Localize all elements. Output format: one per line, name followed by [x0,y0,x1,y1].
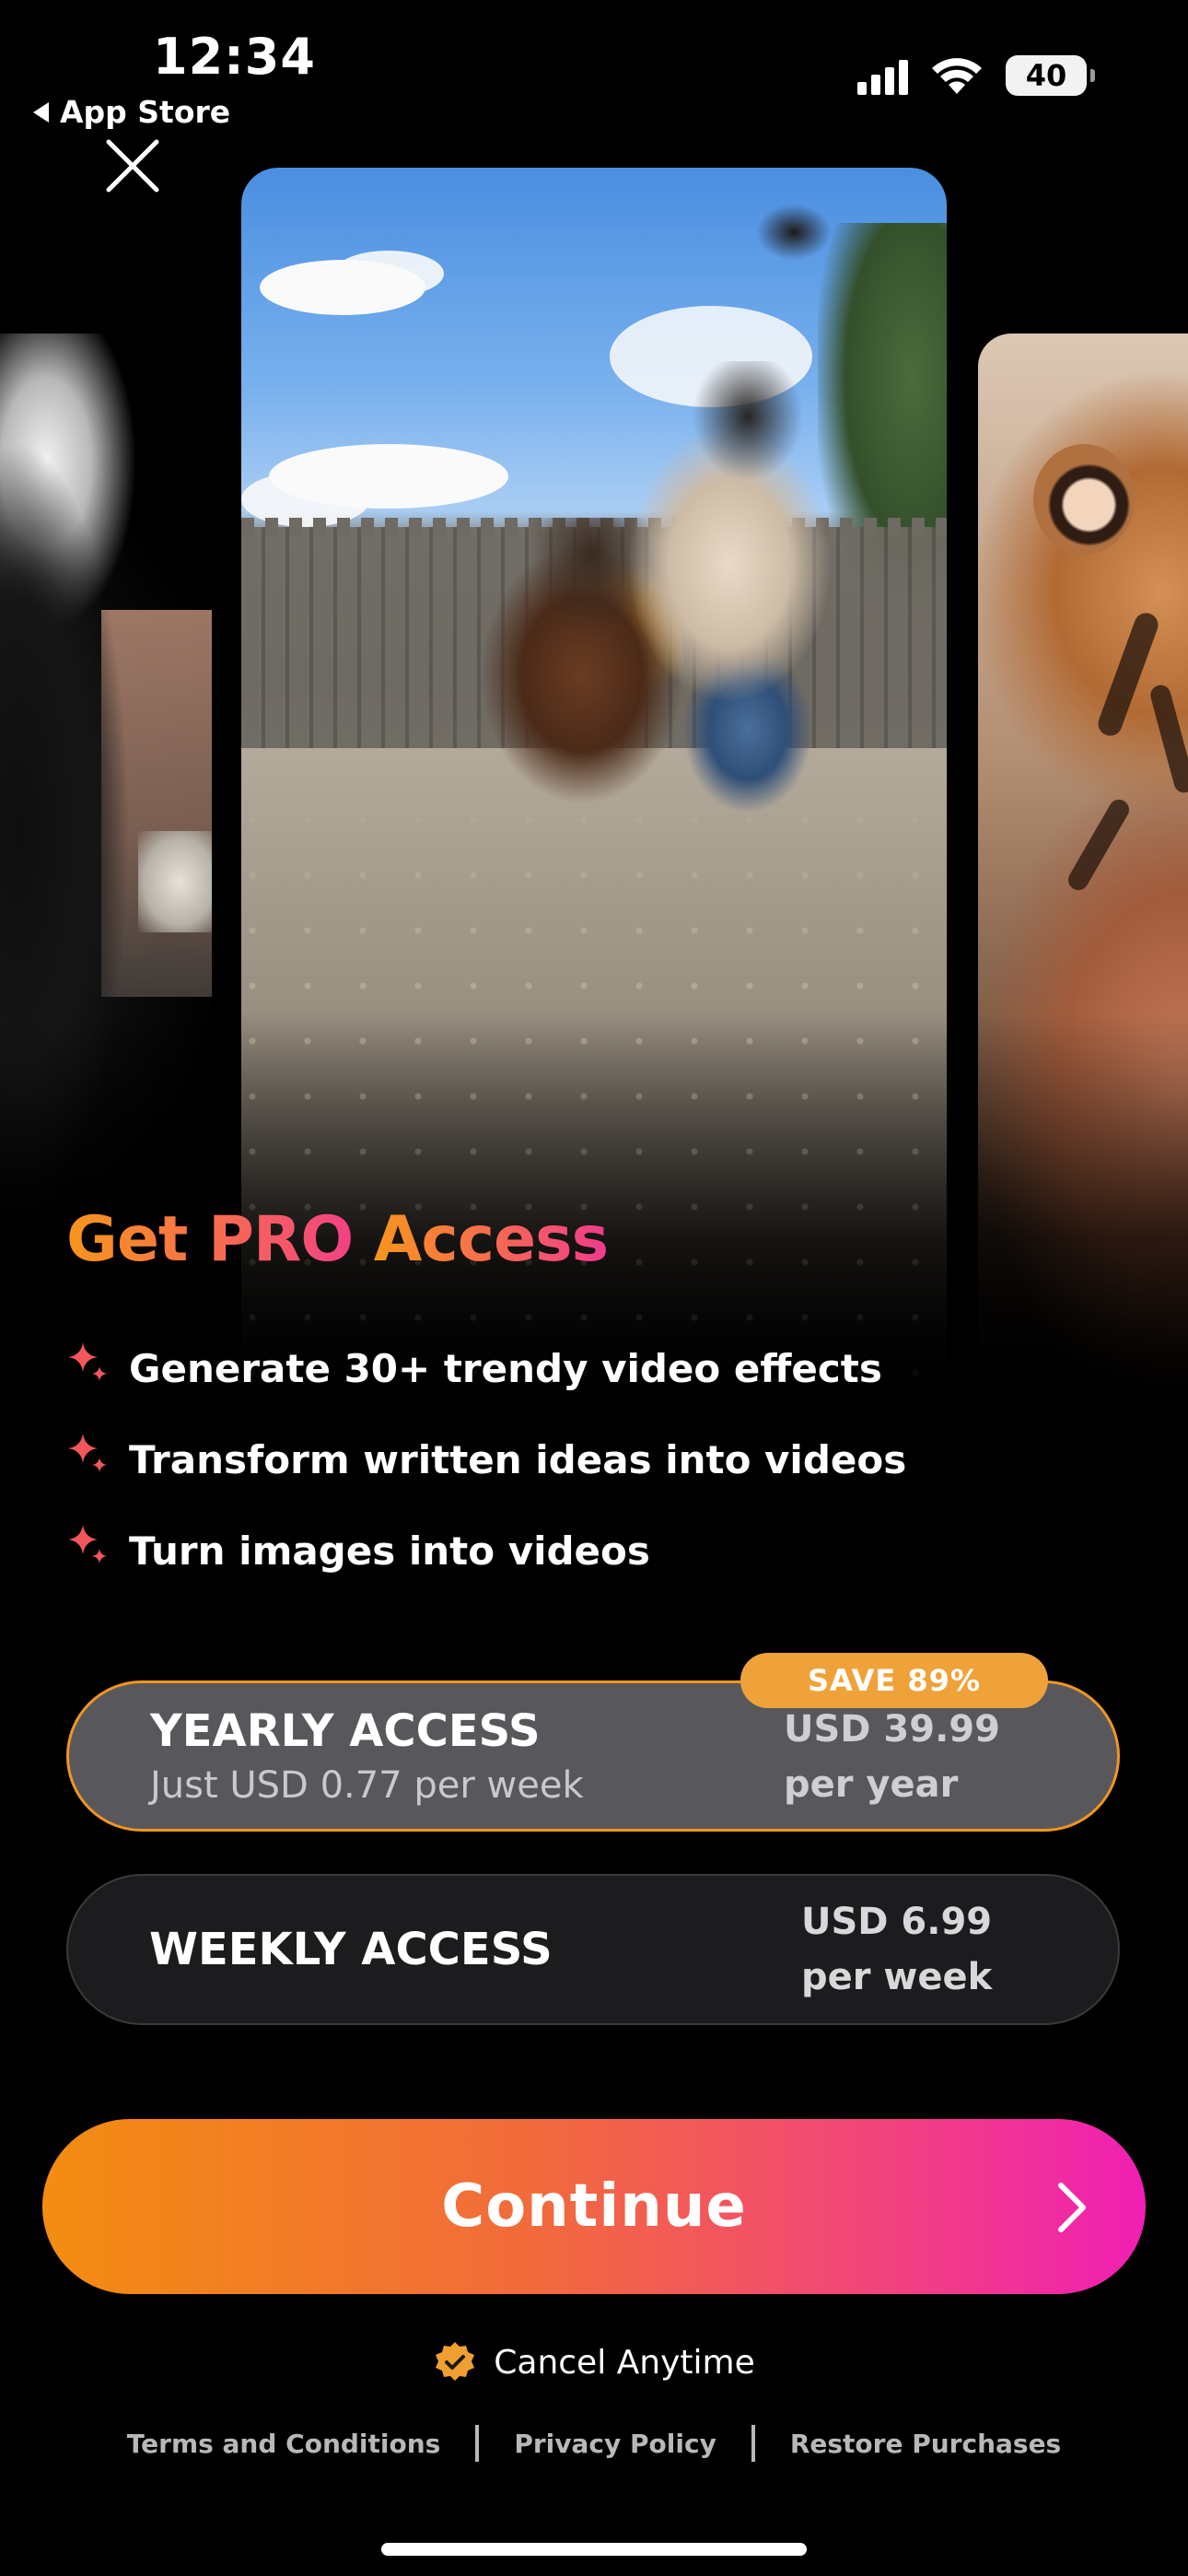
plan-price: USD 39.99 per year [784,1702,1000,1812]
sparkle-icon [68,1524,107,1563]
close-button[interactable] [103,136,162,195]
preview-tiger-stripe [1094,609,1162,740]
battery-level: 40 [1025,58,1067,93]
preview-tiger-ear [1033,444,1135,555]
price-amount: USD 39.99 [784,1708,1000,1751]
back-arrow-icon [33,101,49,123]
preview-cloud [333,251,444,297]
feature-item: Turn images into videos [66,1505,906,1597]
home-indicator [381,2543,807,2556]
back-to-app-store[interactable]: App Store [33,94,230,130]
preview-shoe [757,205,831,260]
back-label: App Store [60,94,231,130]
paywall-screen: 12:34 App Store 40 Get PRO Access Genera… [0,0,1188,2576]
page-title: Get PRO Access [66,1203,609,1276]
restore-purchases-link[interactable]: Restore Purchases [790,2429,1061,2459]
status-time: 12:34 [153,28,316,86]
link-divider [475,2425,480,2462]
save-badge: SAVE 89% [740,1653,1048,1708]
sparkle-icon [68,1341,107,1381]
link-divider [751,2425,755,2462]
plan-subtitle: Just USD 0.77 per week [150,1764,584,1807]
preview-tiger-stripe [1147,683,1188,795]
title-part-pro: Get PRO [66,1203,374,1276]
feature-list: Generate 30+ trendy video effects Transf… [66,1323,906,1597]
feature-text: Turn images into videos [129,1528,650,1574]
battery-icon: 40 [1006,55,1095,96]
wifi-icon [930,55,984,96]
plan-price: USD 6.99 per week [801,1894,992,2005]
price-period: per year [784,1763,959,1806]
price-amount: USD 6.99 [801,1901,993,1943]
preview-car [138,831,212,932]
verified-badge-icon [436,2342,475,2381]
preview-tiger-stripe [1064,795,1134,895]
feature-text: Generate 30+ trendy video effects [129,1346,882,1391]
terms-link[interactable]: Terms and Conditions [127,2429,441,2459]
preview-kid [610,361,831,840]
legal-links: Terms and Conditions Privacy Policy Rest… [0,2425,1188,2462]
feature-item: Generate 30+ trendy video effects [66,1323,906,1414]
status-indicators: 40 [857,55,1095,96]
plan-title: WEEKLY ACCESS [149,1924,553,1975]
price-period: per week [801,1956,993,1998]
cancel-anytime-text: Cancel Anytime [494,2343,755,2382]
close-icon [106,139,159,193]
cancel-anytime-row: Cancel Anytime [0,2340,1188,2384]
feature-item: Transform written ideas into videos [66,1414,906,1505]
plan-title: YEARLY ACCESS [150,1705,541,1757]
continue-label: Continue [441,2172,747,2241]
privacy-link[interactable]: Privacy Policy [514,2429,716,2459]
title-part-access: Access [373,1203,609,1276]
feature-text: Transform written ideas into videos [129,1437,907,1482]
plan-option-weekly[interactable]: WEEKLY ACCESS USD 6.99 per week [66,1874,1120,2025]
chevron-right-icon [1058,2183,1086,2232]
continue-button[interactable]: Continue [42,2119,1146,2294]
cellular-signal-icon [857,56,908,95]
sparkle-icon [68,1433,107,1472]
